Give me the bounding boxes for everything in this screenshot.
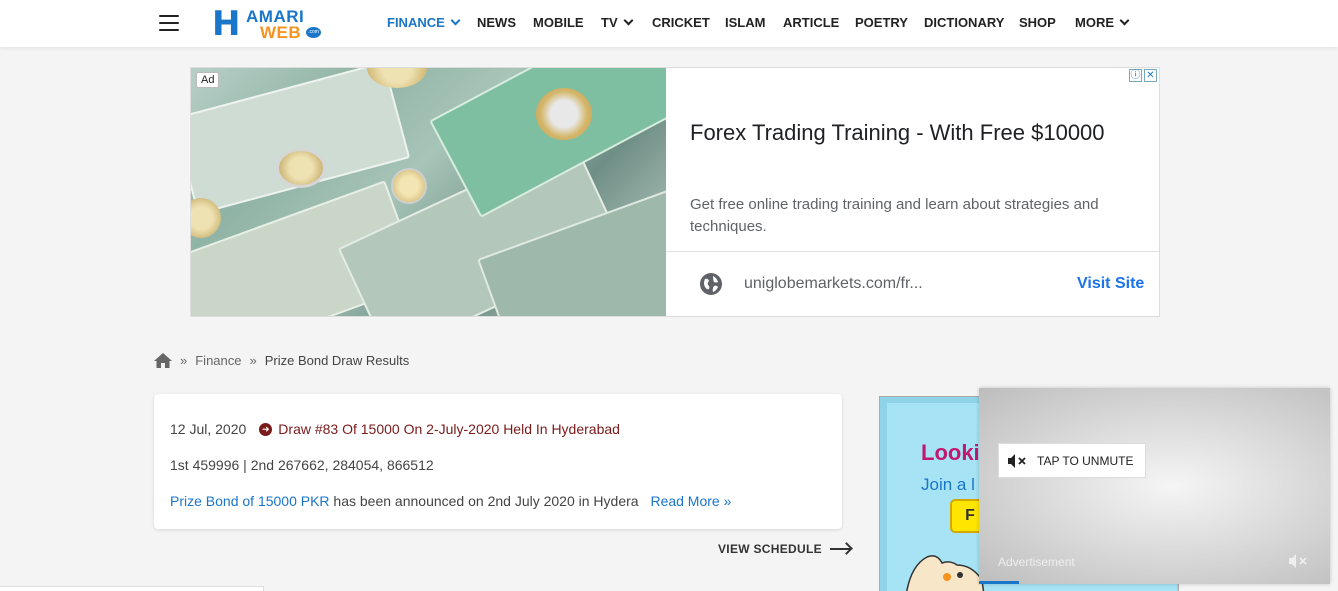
site-logo[interactable]: H AMARI WEB .com: [212, 4, 324, 44]
draw-result-card: 12 Jul, 2020 ➜ Draw #83 Of 15000 On 2-Ju…: [154, 394, 842, 529]
breadcrumb-separator: »: [249, 353, 257, 368]
site-header: H AMARI WEB .com FINANCE NEWS MOBILE TV …: [0, 0, 1338, 47]
draw-summary: Prize Bond of 15000 PKR has been announc…: [170, 493, 731, 509]
video-ad-label: Advertisement: [998, 555, 1075, 569]
ad-choices[interactable]: ⓘ ✕: [1129, 69, 1157, 82]
breadcrumb-separator: »: [180, 353, 188, 368]
ad-divider: [666, 251, 1159, 252]
ad-banner[interactable]: Ad ⓘ ✕ Forex Trading Training - With Fre…: [190, 67, 1160, 317]
nav-article[interactable]: ARTICLE: [783, 15, 839, 30]
draw-title-link[interactable]: ➜ Draw #83 Of 15000 On 2-July-2020 Held …: [259, 421, 620, 437]
nav-finance-label: FINANCE: [387, 15, 445, 30]
ad-description[interactable]: Get free online trading training and lea…: [690, 194, 1140, 238]
nav-more[interactable]: MORE: [1075, 15, 1130, 30]
draw-results: 1st 459996 | 2nd 267662, 284054, 866512: [170, 457, 434, 473]
nav-dictionary[interactable]: DICTIONARY: [924, 15, 1004, 30]
home-icon[interactable]: [154, 353, 172, 368]
nav-shop[interactable]: SHOP: [1019, 15, 1056, 30]
nav-finance[interactable]: FINANCE: [387, 15, 461, 30]
globe-icon: [700, 273, 722, 295]
tap-to-unmute-button[interactable]: TAP TO UNMUTE: [998, 443, 1146, 478]
side-ad-headline: Looki: [921, 440, 980, 465]
arrow-right-circle-icon: ➜: [259, 422, 273, 436]
draw-date: 12 Jul, 2020: [170, 421, 247, 437]
breadcrumb-finance[interactable]: Finance: [195, 353, 241, 368]
info-icon[interactable]: ⓘ: [1129, 69, 1142, 82]
nav-mobile[interactable]: MOBILE: [533, 15, 584, 30]
logo-dotcom: .com: [306, 27, 321, 38]
read-more-link[interactable]: Read More »: [650, 493, 731, 509]
draw-title: Draw #83 Of 15000 On 2-July-2020 Held In…: [278, 421, 620, 437]
chevron-down-icon: [1119, 15, 1130, 26]
nav-more-label: MORE: [1075, 15, 1114, 30]
nav-tv[interactable]: TV: [601, 15, 634, 30]
ad-label: Ad: [196, 72, 220, 88]
close-icon[interactable]: ✕: [1144, 69, 1157, 82]
money-image[interactable]: [191, 68, 666, 316]
nav-poetry[interactable]: POETRY: [855, 15, 908, 30]
chevron-down-icon: [450, 15, 461, 26]
summary-text: has been announced on 2nd July 2020 in H…: [329, 493, 639, 509]
prize-bond-link[interactable]: Prize Bond of 15000 PKR: [170, 493, 330, 509]
logo-h: H: [212, 4, 241, 44]
arrow-right-icon: [829, 548, 850, 550]
breadcrumb: » Finance » Prize Bond Draw Results: [154, 353, 409, 368]
nav-islam[interactable]: ISLAM: [725, 15, 765, 30]
logo-web: WEB: [260, 23, 302, 42]
nav-news[interactable]: NEWS: [477, 15, 516, 30]
video-progress-bar: [979, 581, 1019, 584]
ad-domain[interactable]: uniglobemarkets.com/fr...: [744, 275, 923, 293]
unmute-label: TAP TO UNMUTE: [1037, 453, 1134, 468]
muted-speaker-icon: [1008, 453, 1026, 468]
video-ad-player[interactable]: TAP TO UNMUTE Advertisement: [979, 388, 1330, 584]
menu-icon[interactable]: [159, 15, 179, 31]
breadcrumb-current: Prize Bond Draw Results: [264, 353, 410, 368]
ad-title[interactable]: Forex Trading Training - With Free $1000…: [690, 120, 1105, 146]
view-schedule-label: VIEW SCHEDULE: [718, 542, 822, 556]
nav-cricket[interactable]: CRICKET: [652, 15, 710, 30]
side-ad-subline: Join a l: [921, 475, 975, 494]
mute-icon[interactable]: [1288, 554, 1310, 568]
nav-tv-label: TV: [601, 15, 618, 30]
bottom-panel-edge: [0, 586, 264, 591]
visit-site-button[interactable]: Visit Site: [1077, 275, 1144, 293]
view-schedule-link[interactable]: VIEW SCHEDULE: [718, 542, 850, 556]
chevron-down-icon: [623, 15, 634, 26]
